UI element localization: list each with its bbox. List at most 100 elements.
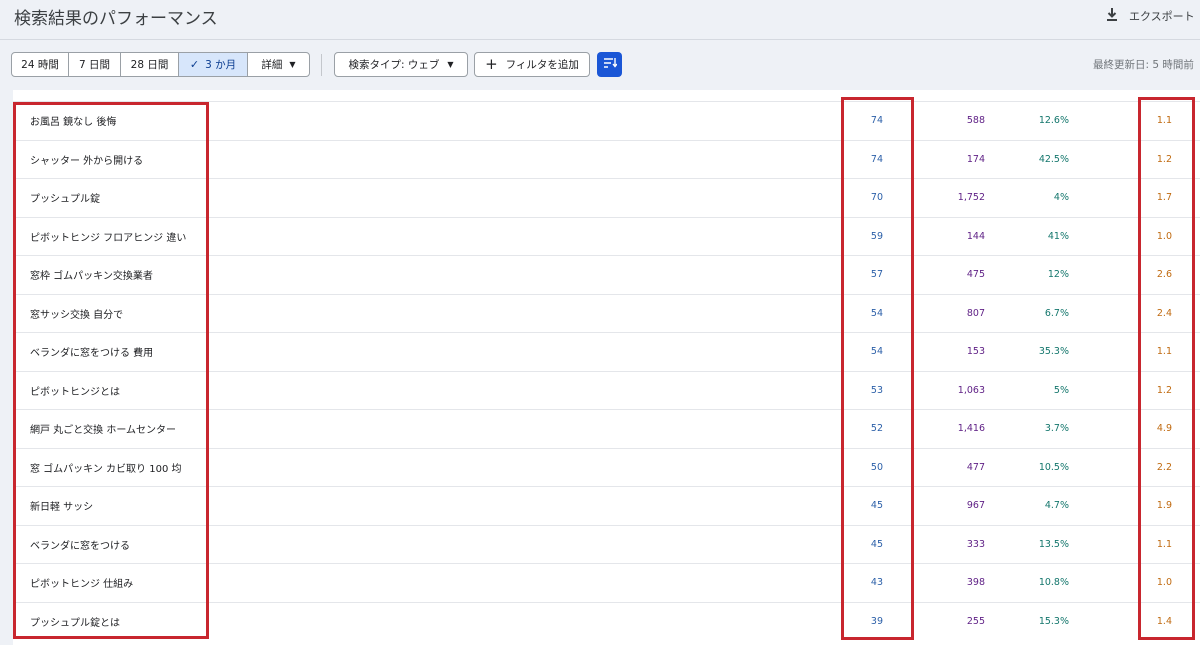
ctr-cell: 4%: [1053, 192, 1069, 204]
query-cell: ピボットヒンジ 仕組み: [30, 579, 134, 591]
query-cell: 窓 ゴムパッキン カビ取り 100 均: [30, 463, 182, 475]
table-row[interactable]: ベランダに窓をつける 費用 54 153 35.3% 1.1: [13, 332, 1200, 371]
position-cell: 2.6: [1156, 269, 1172, 281]
filter-list-icon: [603, 55, 618, 74]
position-cell: 1.2: [1156, 384, 1172, 396]
position-cell: 2.2: [1156, 461, 1172, 473]
table-row[interactable]: ピボットヒンジとは 53 1,063 5% 1.2: [13, 370, 1200, 410]
query-cell: お風呂 鏡なし 後悔: [30, 117, 117, 129]
position-cell: 1.4: [1156, 615, 1172, 627]
table-row[interactable]: 窓サッシ交換 自分で 54 807 6.7% 2.4: [13, 293, 1200, 333]
impressions-cell: 174: [966, 153, 985, 165]
query-cell: 網戸 丸ごと交換 ホームセンター: [30, 425, 177, 437]
query-cell: 窓枠 ゴムパッキン交換業者: [30, 271, 153, 283]
queries-table: お風呂 鏡なし 後悔 74 588 12.6% 1.1 シャッター 外から開ける 74 174…: [13, 90, 1200, 645]
download-icon: [1104, 7, 1120, 26]
clicks-cell: 70: [870, 192, 883, 204]
impressions-cell: 807: [966, 307, 985, 319]
ctr-cell: 35.3%: [1038, 346, 1069, 358]
table-row[interactable]: ピボットヒンジ フロアヒンジ 違い 59 144 41% 1.0: [13, 216, 1200, 256]
table-row[interactable]: ベランダに窓をつける 45 333 13.5% 1.1: [13, 524, 1200, 564]
clicks-cell: 39: [870, 615, 883, 627]
export-button[interactable]: エクスポート: [1104, 6, 1195, 26]
position-cell: 1.2: [1156, 153, 1172, 165]
toolbar: 24 時間 7 日間 28 日間 ✓ 3 か月 詳細 ▼ 検索タイプ: ウェブ ▼ +…: [0, 52, 1200, 78]
caret-down-icon: ▼: [447, 60, 454, 69]
table-row[interactable]: シャッター 外から開ける 74 174 42.5% 1.2: [13, 139, 1200, 179]
query-cell: ベランダに窓をつける 費用: [30, 348, 154, 360]
range-24h-button[interactable]: 24 時間: [12, 53, 69, 76]
table-row[interactable]: 新日軽 サッシ 45 967 4.7% 1.9: [13, 486, 1200, 525]
impressions-cell: 153: [966, 346, 985, 358]
impressions-cell: 1,752: [957, 192, 985, 204]
query-cell: ベランダに窓をつける: [30, 540, 130, 552]
page-title: 検索結果のパフォーマンス: [14, 9, 218, 29]
table-row[interactable]: 窓枠 ゴムパッキン交換業者 57 475 12% 2.6: [13, 255, 1200, 294]
table-row[interactable]: お風呂 鏡なし 後悔 74 588 12.6% 1.1: [13, 101, 1200, 140]
query-cell: ピボットヒンジとは: [30, 386, 120, 398]
clicks-cell: 43: [870, 577, 883, 589]
range-3m-button[interactable]: ✓ 3 か月: [179, 53, 248, 76]
query-cell: ピボットヒンジ フロアヒンジ 違い: [30, 232, 187, 244]
filter-sort-button[interactable]: [597, 52, 622, 77]
clicks-cell: 59: [870, 230, 883, 242]
clicks-cell: 53: [870, 384, 883, 396]
impressions-cell: 475: [966, 269, 985, 281]
date-range-selector: 24 時間 7 日間 28 日間 ✓ 3 か月 詳細 ▼: [11, 52, 310, 77]
position-cell: 1.7: [1156, 192, 1172, 204]
range-custom-button[interactable]: 詳細 ▼: [248, 53, 309, 76]
plus-icon: +: [485, 55, 498, 73]
position-cell: 1.1: [1156, 538, 1172, 550]
ctr-cell: 10.8%: [1038, 577, 1069, 589]
position-cell: 1.1: [1156, 346, 1172, 358]
clicks-cell: 45: [870, 500, 883, 512]
ctr-cell: 6.7%: [1044, 307, 1069, 319]
ctr-cell: 10.5%: [1038, 461, 1069, 473]
ctr-cell: 12%: [1047, 269, 1069, 281]
clicks-cell: 45: [870, 538, 883, 550]
impressions-cell: 333: [966, 538, 985, 550]
ctr-cell: 12.6%: [1038, 115, 1069, 127]
ctr-cell: 3.7%: [1044, 423, 1069, 435]
range-7d-button[interactable]: 7 日間: [69, 53, 121, 76]
clicks-cell: 54: [870, 307, 883, 319]
add-filter-button[interactable]: + フィルタを追加: [474, 52, 590, 77]
table-row[interactable]: プッシュプル錠とは 39 255 15.3% 1.4: [13, 601, 1200, 641]
ctr-cell: 4.7%: [1044, 500, 1069, 512]
position-cell: 4.9: [1156, 423, 1172, 435]
impressions-cell: 1,416: [957, 423, 985, 435]
impressions-cell: 398: [966, 577, 985, 589]
export-label: エクスポート: [1129, 10, 1195, 23]
query-cell: プッシュプル錠: [30, 194, 100, 206]
range-28d-button[interactable]: 28 日間: [121, 53, 179, 76]
clicks-cell: 74: [870, 115, 883, 127]
table-row[interactable]: ピボットヒンジ 仕組み 43 398 10.8% 1.0: [13, 563, 1200, 602]
caret-down-icon: ▼: [289, 60, 296, 69]
ctr-cell: 42.5%: [1038, 153, 1069, 165]
clicks-cell: 57: [870, 269, 883, 281]
clicks-cell: 54: [870, 346, 883, 358]
search-type-dropdown[interactable]: 検索タイプ: ウェブ ▼: [334, 52, 468, 77]
position-cell: 1.1: [1156, 115, 1172, 127]
clicks-cell: 52: [870, 423, 883, 435]
position-cell: 2.4: [1156, 307, 1172, 319]
position-cell: 1.9: [1156, 500, 1172, 512]
impressions-cell: 1,063: [957, 384, 985, 396]
ctr-cell: 15.3%: [1038, 615, 1069, 627]
position-cell: 1.0: [1156, 577, 1172, 589]
query-cell: シャッター 外から開ける: [30, 155, 144, 167]
table-row[interactable]: 窓 ゴムパッキン カビ取り 100 均 50 477 10.5% 2.2: [13, 447, 1200, 487]
impressions-cell: 967: [966, 500, 985, 512]
clicks-cell: 50: [870, 461, 883, 473]
table-row[interactable]: 網戸 丸ごと交換 ホームセンター 52 1,416 3.7% 4.9: [13, 409, 1200, 448]
ctr-cell: 41%: [1047, 230, 1069, 242]
query-cell: 窓サッシ交換 自分で: [30, 309, 124, 321]
impressions-cell: 477: [966, 461, 985, 473]
impressions-cell: 255: [966, 615, 985, 627]
impressions-cell: 588: [966, 115, 985, 127]
toolbar-divider: [321, 54, 322, 76]
table-row[interactable]: プッシュプル錠 70 1,752 4% 1.7: [13, 178, 1200, 217]
check-icon: ✓: [189, 58, 200, 71]
page-header: 検索結果のパフォーマンス エクスポート: [0, 0, 1200, 40]
ctr-cell: 5%: [1053, 384, 1069, 396]
